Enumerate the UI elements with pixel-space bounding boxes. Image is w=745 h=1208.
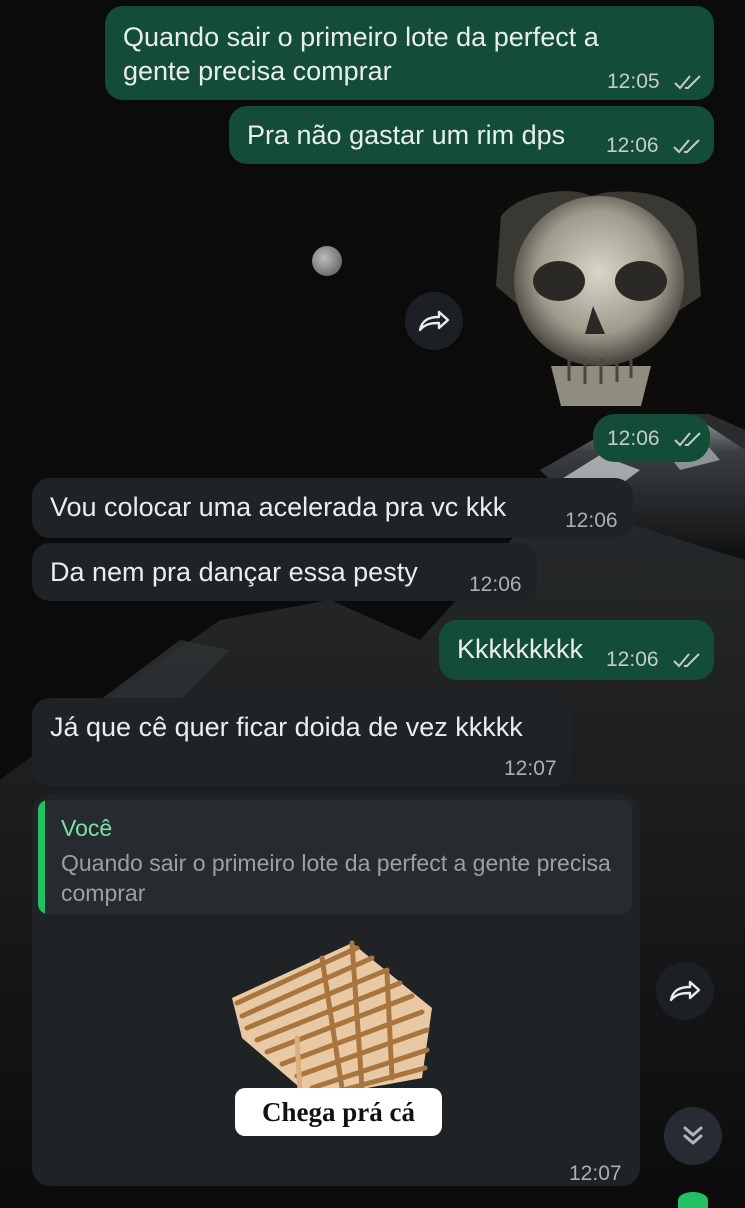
double-check-icon xyxy=(674,75,702,90)
message-text: Da nem pra dançar essa pesty xyxy=(50,557,418,587)
message-text: Pra não gastar um rim dps xyxy=(247,120,566,150)
outgoing-message[interactable]: Quando sair o primeiro lote da perfect a… xyxy=(105,6,714,100)
message-meta: 12:06 xyxy=(607,427,703,451)
image-timestamp-bubble: 12:06 xyxy=(593,414,710,462)
message-time: 12:06 xyxy=(607,427,660,450)
sticker-caption: Chega prá cá xyxy=(235,1088,442,1136)
message-time: 12:06 xyxy=(565,509,618,532)
incoming-message[interactable]: Vou colocar uma acelerada pra vc kkk 12:… xyxy=(32,478,633,538)
fab-edge xyxy=(678,1192,708,1208)
message-text: Kkkkkkkkk xyxy=(457,634,584,664)
message-meta: 12:05 xyxy=(607,70,703,94)
double-check-icon xyxy=(673,653,701,668)
quote-text: Quando sair o primeiro lote da perfect a… xyxy=(61,850,611,906)
message-meta: 12:06 xyxy=(606,134,702,158)
message-time: 12:06 xyxy=(606,648,659,671)
message-time: 12:06 xyxy=(469,573,522,596)
message-meta: 12:06 xyxy=(606,648,702,672)
outgoing-message[interactable]: Pra não gastar um rim dps 12:06 xyxy=(229,106,714,164)
double-chevron-down-icon xyxy=(683,1126,703,1145)
message-time: 12:05 xyxy=(607,70,660,93)
message-text: Quando sair o primeiro lote da perfect a… xyxy=(123,22,599,86)
outgoing-message[interactable]: Kkkkkkkkk 12:06 xyxy=(439,620,714,680)
double-check-icon xyxy=(674,432,702,447)
quoted-message[interactable]: Você Quando sair o primeiro lote da perf… xyxy=(38,800,632,914)
forward-arrow-icon xyxy=(669,980,701,1002)
incoming-message[interactable]: Já que cê quer ficar doida de vez kkkkk … xyxy=(32,698,572,786)
double-check-icon xyxy=(673,139,701,154)
message-time: 12:06 xyxy=(606,134,659,157)
message-time: 12:07 xyxy=(569,1162,622,1185)
forward-button[interactable] xyxy=(656,962,714,1020)
scroll-to-bottom-button[interactable] xyxy=(664,1107,722,1165)
forward-arrow-icon xyxy=(418,310,450,332)
skull-image[interactable] xyxy=(481,186,711,414)
forward-button[interactable] xyxy=(405,292,463,350)
quote-accent-bar xyxy=(38,800,45,914)
incoming-message[interactable]: Da nem pra dançar essa pesty 12:06 xyxy=(32,543,537,601)
skull-image-graphic xyxy=(481,186,711,414)
message-text: Já que cê quer ficar doida de vez kkkkk xyxy=(50,712,523,742)
quote-author: Você xyxy=(61,815,113,841)
message-text: Vou colocar uma acelerada pra vc kkk xyxy=(50,492,507,522)
message-time: 12:07 xyxy=(504,757,557,780)
